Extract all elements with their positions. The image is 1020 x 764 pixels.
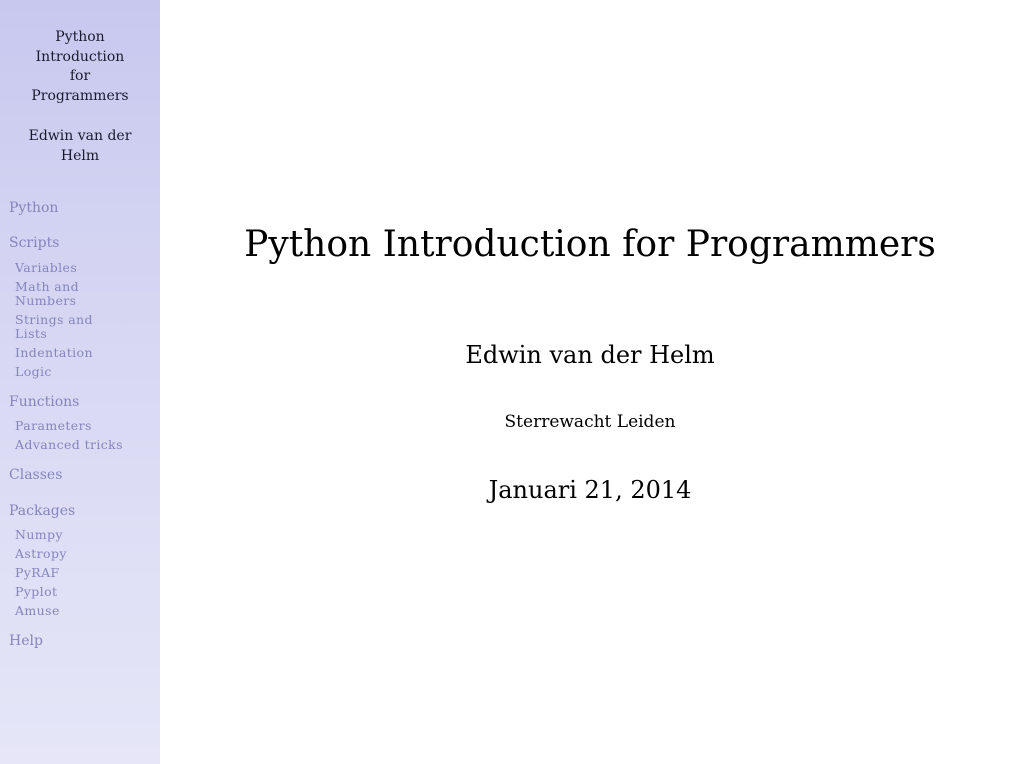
nav-section-functions[interactable]: Functions [9, 394, 79, 410]
nav-section-scripts[interactable]: Scripts [9, 235, 59, 251]
nav-subsection-numpy[interactable]: Numpy [15, 528, 63, 542]
slide-author: Edwin van der Helm [465, 341, 715, 369]
nav-subsection-label: Math and [15, 279, 80, 294]
nav-subsection-label: Variables [15, 260, 78, 275]
nav-subsection-parameters[interactable]: Parameters [15, 419, 92, 433]
sidebar: Python Introduction for Programmers Edwi… [0, 0, 160, 764]
nav-section-help[interactable]: Help [9, 633, 43, 649]
slide-institute: Sterrewacht Leiden [504, 412, 676, 432]
nav-subsection-variables[interactable]: Variables [15, 261, 77, 275]
nav-subsection-strings-and-lists[interactable]: Strings and Lists [15, 313, 93, 340]
sidebar-presentation-title[interactable]: Python Introduction for Programmers [0, 28, 160, 106]
nav-subsection-advanced-tricks[interactable]: Advanced tricks [15, 438, 123, 452]
sidebar-title-line: Python [55, 29, 105, 45]
nav-subsection-label: PyRAF [15, 565, 60, 580]
nav-subsection-pyplot[interactable]: Pyplot [15, 585, 57, 599]
sidebar-title-line: for [69, 68, 91, 84]
nav-subsection-amuse[interactable]: Amuse [15, 604, 60, 618]
nav-section-classes[interactable]: Classes [9, 467, 62, 483]
nav-subsection-label: Parameters [15, 418, 92, 433]
sidebar-title-line: Programmers [31, 87, 129, 104]
nav-subsection-label: Lists [15, 325, 48, 341]
nav-subsection-label: Logic [15, 364, 52, 379]
nav-subsection-label: Astropy [15, 546, 67, 561]
nav-section-python[interactable]: Python [9, 200, 58, 216]
sidebar-author-line: Helm [60, 147, 100, 164]
nav-subsection-astropy[interactable]: Astropy [15, 547, 67, 561]
nav-subsection-math-and-numbers[interactable]: Math and Numbers [15, 280, 79, 307]
nav-subsection-label: Pyplot [15, 584, 58, 599]
slide-title: Python Introduction for Programmers [244, 224, 936, 265]
nav-subsection-label: Indentation [15, 345, 93, 360]
nav-subsection-indentation[interactable]: Indentation [15, 346, 93, 360]
slide-date: Januari 21, 2014 [488, 476, 692, 504]
nav-subsection-label: Advanced tricks [15, 437, 123, 452]
nav-subsection-label: Numpy [15, 527, 63, 542]
nav-section-packages[interactable]: Packages [9, 503, 75, 519]
sidebar-author[interactable]: Edwin van der Helm [0, 127, 160, 166]
sidebar-title-line: Introduction [35, 48, 125, 65]
nav-subsection-label: Amuse [15, 603, 60, 618]
nav-subsection-label: Strings and [15, 312, 93, 327]
sidebar-author-line: Edwin van der [28, 128, 132, 144]
nav-subsection-logic[interactable]: Logic [15, 365, 52, 379]
nav-subsection-pyraf[interactable]: PyRAF [15, 566, 60, 580]
beamer-slide: Python Introduction for Programmers Edwi… [0, 0, 1020, 764]
nav-subsection-label: Numbers [15, 292, 77, 308]
